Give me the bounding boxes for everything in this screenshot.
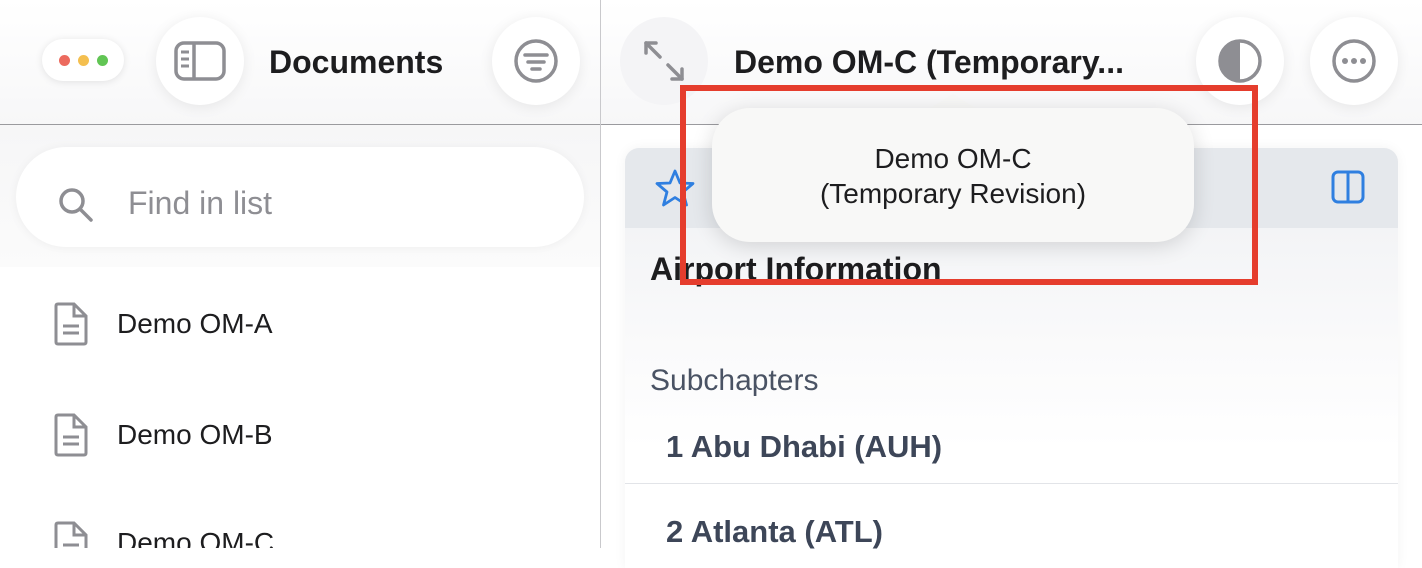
document-item-a[interactable]: Demo OM-A [0, 284, 600, 364]
document-title[interactable]: Demo OM-C (Temporary... [734, 40, 1164, 84]
filter-button[interactable] [492, 17, 580, 105]
minimize-window-button[interactable] [77, 54, 89, 66]
ellipsis-icon [1332, 39, 1376, 83]
sidebar-toggle-icon [174, 41, 226, 81]
expand-arrows-icon [644, 41, 684, 81]
window-controls[interactable] [42, 39, 124, 81]
subchapter-item[interactable]: 1 Abu Dhabi (AUH) [625, 413, 1398, 484]
document-label: Demo OM-A [117, 308, 273, 339]
split-divider[interactable] [600, 0, 601, 548]
search-placeholder: Find in list [128, 185, 273, 221]
document-item-b[interactable]: Demo OM-B [0, 395, 600, 475]
highlight-box [680, 85, 1258, 285]
subchapter-label: 2 Atlanta (ATL) [666, 514, 883, 549]
document-item-c[interactable]: Demo OM-C [0, 503, 600, 548]
close-window-button[interactable] [58, 54, 70, 66]
zoom-window-button[interactable] [96, 54, 108, 66]
document-label: Demo OM-C [117, 527, 275, 548]
document-icon [54, 302, 88, 346]
subchapters-heading: Subchapters [650, 364, 819, 397]
more-button[interactable] [1310, 17, 1398, 105]
sidebar: Find in list Demo OM-A Demo OM-B Demo OM… [0, 125, 600, 548]
contrast-icon [1218, 39, 1262, 83]
filter-icon [514, 39, 558, 83]
document-icon [54, 413, 88, 457]
document-icon [54, 521, 88, 548]
subchapter-item[interactable]: 2 Atlanta (ATL) [625, 498, 1398, 568]
search-input[interactable]: Find in list [16, 147, 584, 247]
split-view-icon[interactable] [1331, 170, 1365, 204]
sidebar-title: Documents [269, 44, 444, 80]
subchapter-label: 1 Abu Dhabi (AUH) [666, 429, 943, 464]
sidebar-toggle-button[interactable] [156, 17, 244, 105]
search-icon [59, 188, 93, 222]
search-area: Find in list [0, 125, 600, 267]
document-label: Demo OM-B [117, 419, 273, 450]
